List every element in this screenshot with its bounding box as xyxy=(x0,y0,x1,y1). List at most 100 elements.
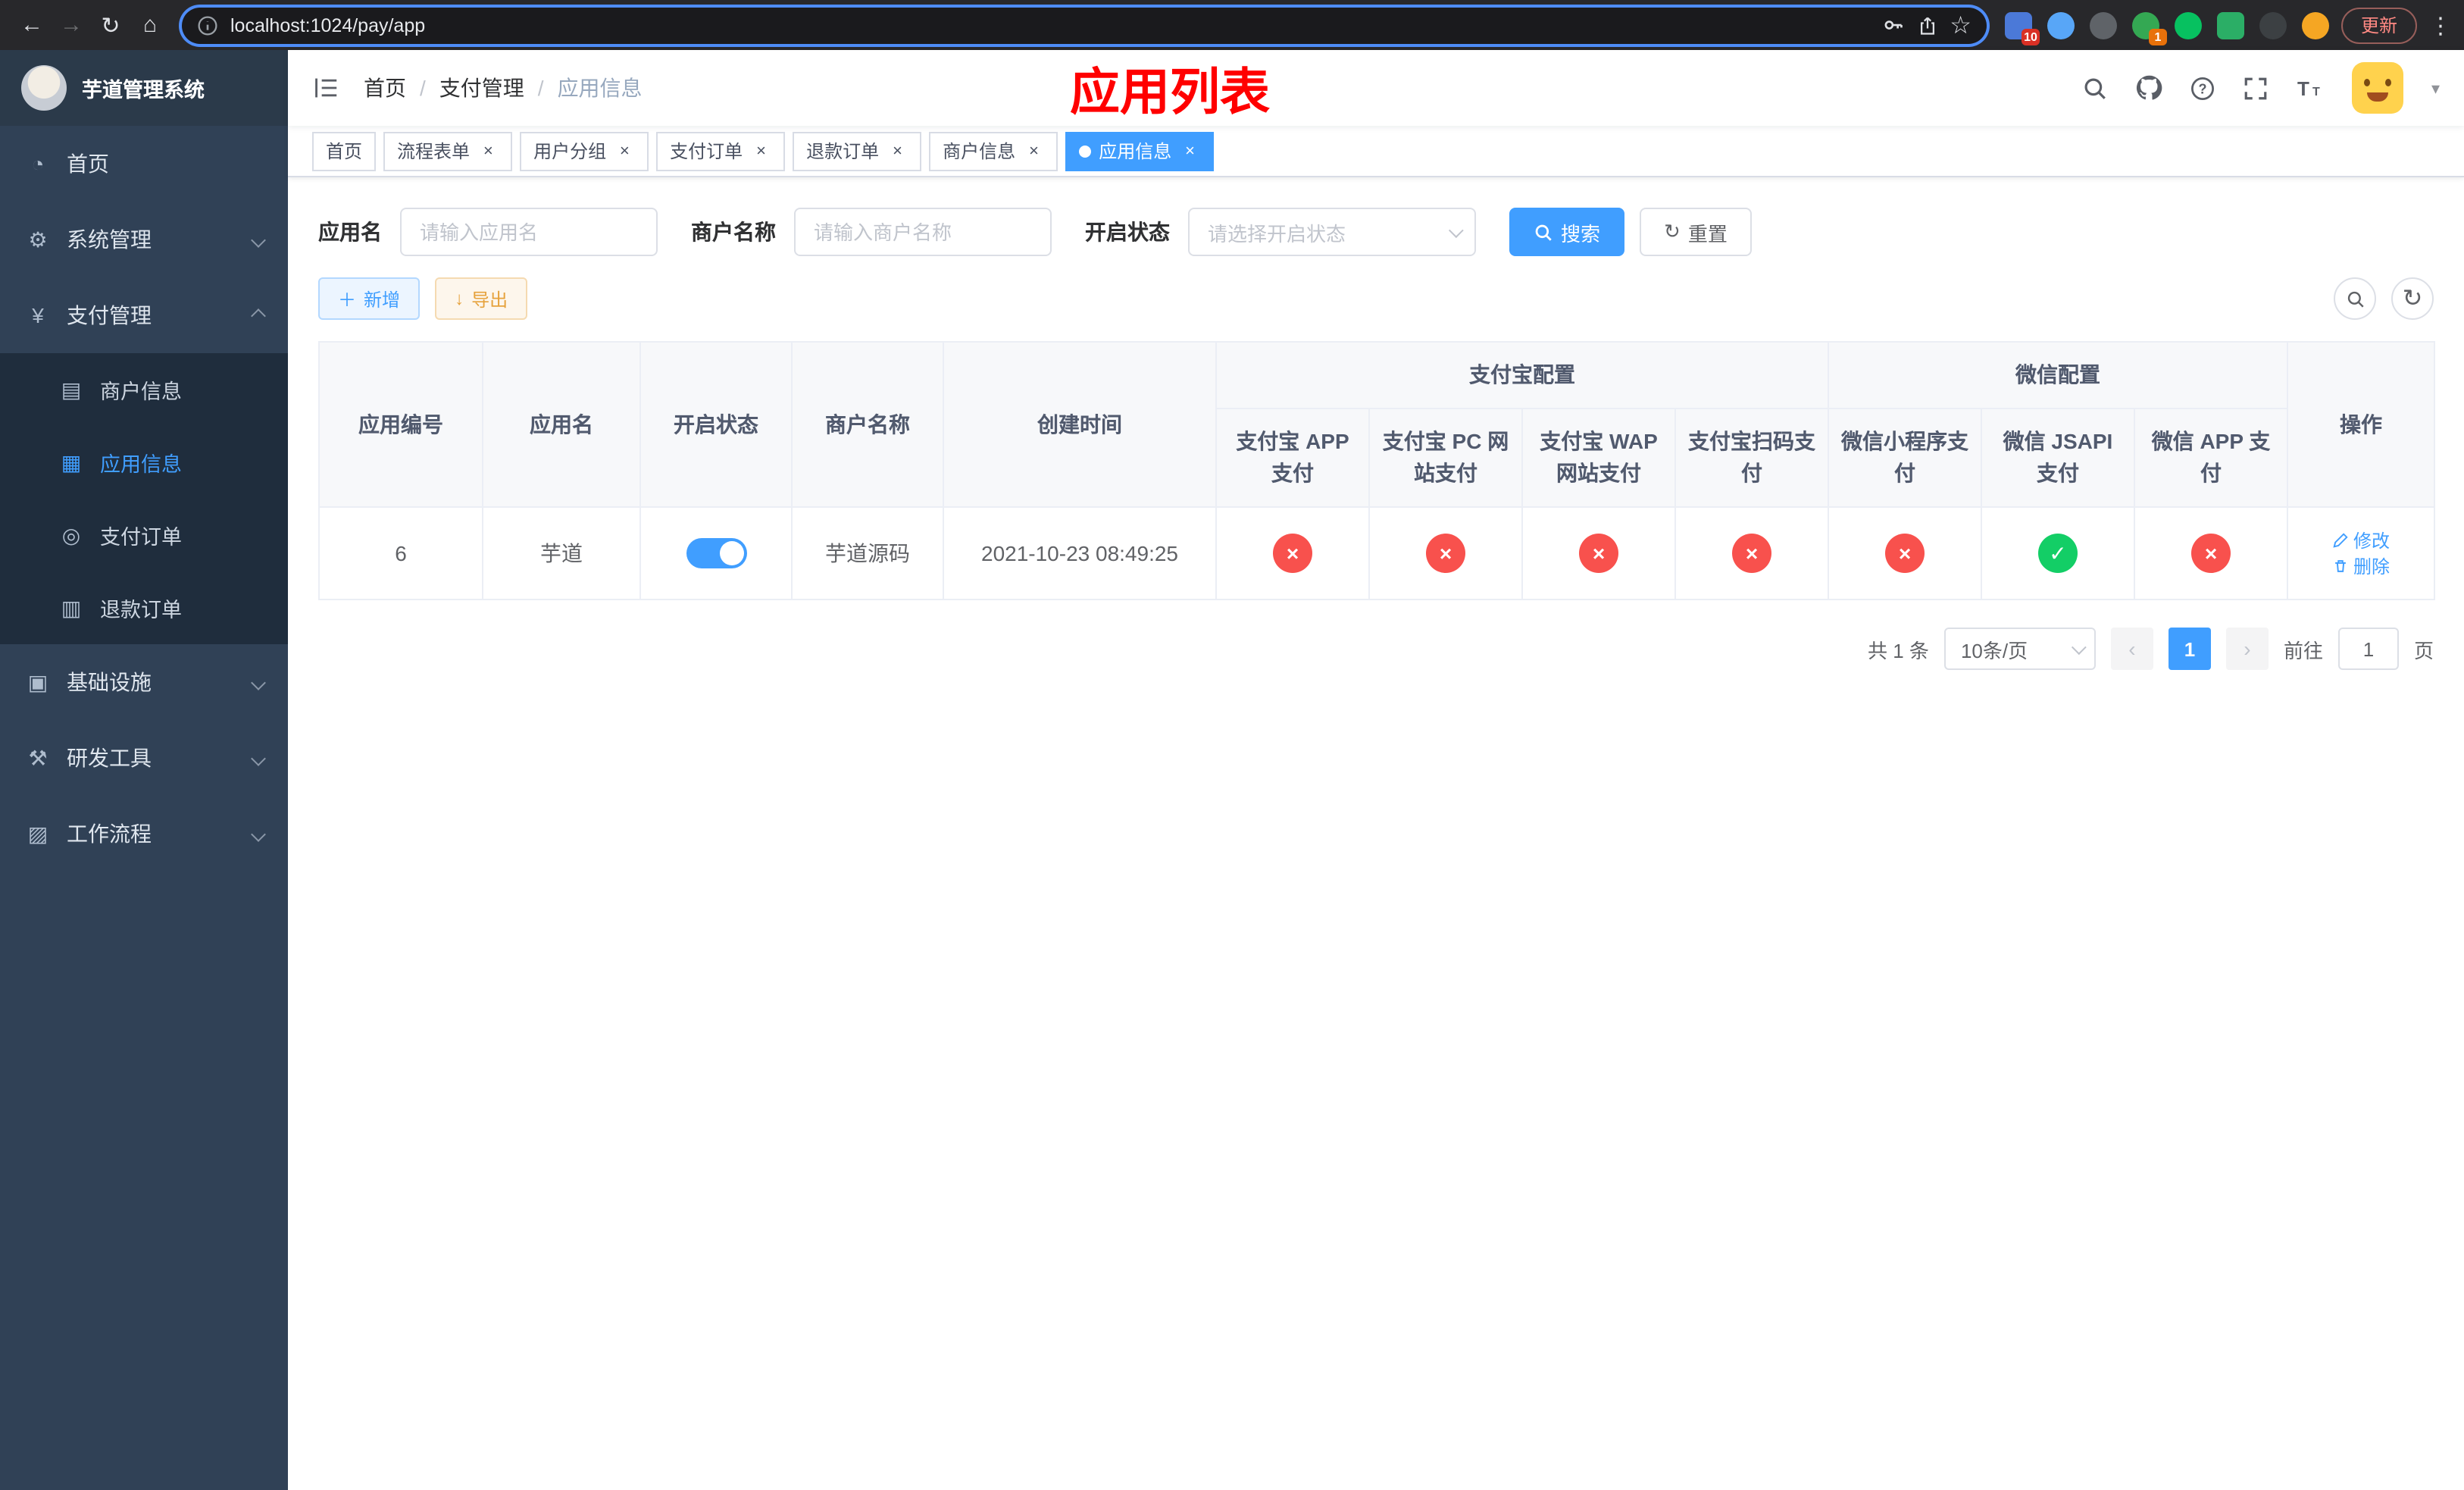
tab-pay-orders[interactable]: 支付订单 × xyxy=(656,131,786,171)
browser-menu-icon[interactable]: ⋮ xyxy=(2429,11,2452,39)
cell-merchant: 芋道源码 xyxy=(791,506,944,600)
reload-icon[interactable]: ↻ xyxy=(91,5,130,45)
col-group-wechat: 微信配置 xyxy=(1828,341,2288,409)
export-button[interactable]: ↓ 导出 xyxy=(435,277,528,320)
close-icon[interactable]: × xyxy=(614,140,635,161)
breadcrumb-separator: / xyxy=(420,76,426,100)
avatar-mouth xyxy=(2367,92,2389,102)
breadcrumb-home[interactable]: 首页 xyxy=(364,73,406,103)
app-name-input[interactable] xyxy=(400,208,658,256)
close-icon[interactable]: × xyxy=(477,140,499,161)
extensions-row: 10 1 xyxy=(2004,11,2329,45)
sidebar-item-dev-tools[interactable]: ⚒ 研发工具 xyxy=(0,720,288,796)
app-logo[interactable]: 芋道管理系统 xyxy=(0,50,288,126)
sidebar-item-refund-orders[interactable]: ▥ 退款订单 xyxy=(0,571,288,644)
extension-icon-8[interactable] xyxy=(2301,11,2329,39)
search-button[interactable]: 搜索 xyxy=(1509,208,1625,256)
reset-button[interactable]: ↻ 重置 xyxy=(1640,208,1752,256)
status-toggle[interactable] xyxy=(686,538,746,568)
alipay-app-status-icon: × xyxy=(1273,534,1312,573)
page-size-select[interactable]: 10条/页 xyxy=(1943,628,2096,670)
avatar-caret-icon[interactable]: ▾ xyxy=(2431,78,2440,98)
close-icon[interactable]: × xyxy=(1179,140,1200,161)
logo-image xyxy=(21,65,67,111)
app-name-label: 应用名 xyxy=(318,220,382,244)
extension-icon-5[interactable] xyxy=(2174,11,2202,39)
font-size-icon[interactable]: TT xyxy=(2297,76,2325,100)
card-icon: ▤ xyxy=(61,377,82,401)
svg-text:?: ? xyxy=(2199,80,2207,95)
extension-icon-6[interactable] xyxy=(2216,11,2244,39)
extension-icon-7[interactable] xyxy=(2259,11,2287,39)
prev-page-button[interactable]: ‹ xyxy=(2110,628,2153,670)
breadcrumb-payment[interactable]: 支付管理 xyxy=(439,73,524,103)
close-icon[interactable]: × xyxy=(750,140,771,161)
sidebar-item-workflow[interactable]: ▨ 工作流程 xyxy=(0,796,288,872)
status-select[interactable]: 请选择开启状态 xyxy=(1188,208,1476,256)
yen-icon: ¥ xyxy=(32,303,44,327)
bookmark-star-icon[interactable]: ☆ xyxy=(1950,10,1972,40)
avatar-eye xyxy=(2385,79,2392,86)
filter-form: 应用名 商户名称 开启状态 请选择开启状态 搜索 ↻ 重置 xyxy=(318,208,2434,256)
delete-button[interactable]: 删除 xyxy=(2332,553,2390,579)
password-key-icon[interactable] xyxy=(1881,14,1904,36)
help-icon[interactable]: ? xyxy=(2190,75,2216,101)
cell-actions: 修改 删除 xyxy=(2287,506,2435,600)
site-info-icon[interactable] xyxy=(197,14,218,36)
tab-app-info[interactable]: 应用信息 × xyxy=(1065,131,1215,171)
edit-button[interactable]: 修改 xyxy=(2332,527,2390,553)
url-text: localhost:1024/pay/app xyxy=(230,14,426,36)
toggle-search-button[interactable] xyxy=(2334,277,2376,320)
sidebar-item-home[interactable]: ◔ 首页 xyxy=(0,126,288,202)
sidebar-item-app-info[interactable]: ▦ 应用信息 xyxy=(0,426,288,499)
github-icon[interactable] xyxy=(2136,74,2163,102)
next-page-button[interactable]: › xyxy=(2225,628,2269,670)
goto-label: 前往 xyxy=(2283,639,2323,662)
extension-icon-2[interactable] xyxy=(2047,11,2075,39)
tab-merchant-info[interactable]: 商户信息 × xyxy=(929,131,1058,171)
goto-page-input[interactable] xyxy=(2337,628,2399,670)
sidebar-collapse-icon[interactable] xyxy=(312,76,339,100)
refund-icon: ▥ xyxy=(61,595,82,619)
breadcrumb-separator: / xyxy=(537,76,544,100)
tab-refund-orders[interactable]: 退款订单 × xyxy=(793,131,922,171)
browser-update-button[interactable]: 更新 xyxy=(2340,7,2417,43)
fullscreen-icon[interactable] xyxy=(2244,75,2269,101)
refresh-table-button[interactable]: ↻ xyxy=(2391,277,2434,320)
address-bar[interactable]: localhost:1024/pay/app ☆ xyxy=(182,7,1987,43)
merchant-name-input[interactable] xyxy=(794,208,1052,256)
forward-icon[interactable]: → xyxy=(52,5,91,45)
avatar[interactable] xyxy=(2352,62,2404,114)
extension-icon-1[interactable]: 10 xyxy=(2004,11,2040,45)
extension-icon-3[interactable] xyxy=(2089,11,2117,39)
sidebar-item-payment[interactable]: ¥ 支付管理 xyxy=(0,277,288,353)
close-icon[interactable]: × xyxy=(886,140,908,161)
sidebar-item-merchant-info[interactable]: ▤ 商户信息 xyxy=(0,353,288,426)
col-app-id: 应用编号 xyxy=(318,341,483,508)
chevron-down-icon xyxy=(251,750,266,765)
page-content: 应用名 商户名称 开启状态 请选择开启状态 搜索 ↻ 重置 xyxy=(288,177,2464,1490)
home-icon[interactable]: ⌂ xyxy=(130,5,170,45)
sidebar-item-infrastructure[interactable]: ▣ 基础设施 xyxy=(0,644,288,720)
breadcrumb: 首页 / 支付管理 / 应用信息 xyxy=(364,73,643,103)
col-wx-jsapi: 微信 JSAPI 支付 xyxy=(1981,408,2135,508)
tab-home[interactable]: 首页 xyxy=(312,131,377,171)
add-button[interactable]: ＋ 新增 xyxy=(318,277,421,320)
sidebar-item-pay-orders[interactable]: ◎ 支付订单 xyxy=(0,499,288,571)
browser-toolbar: ← → ↻ ⌂ localhost:1024/pay/app ☆ 10 1 更新… xyxy=(0,0,2464,50)
chevron-down-icon xyxy=(251,826,266,841)
plus-icon: ＋ xyxy=(338,289,357,310)
top-navbar: 首页 / 支付管理 / 应用信息 应用列表 ? T T ▾ xyxy=(288,50,2464,126)
close-icon[interactable]: × xyxy=(1023,140,1044,161)
tab-process-form[interactable]: 流程表单 × xyxy=(383,131,513,171)
back-icon[interactable]: ← xyxy=(12,5,52,45)
table-row: 6 芋道 芋道源码 2021-10-23 08:49:25 × × × × × xyxy=(318,506,2435,600)
extension-icon-4[interactable]: 1 xyxy=(2131,11,2167,45)
search-icon[interactable] xyxy=(2083,75,2109,101)
page-number-button[interactable]: 1 xyxy=(2168,628,2211,670)
cell-created: 2021-10-23 08:49:25 xyxy=(943,506,1217,600)
sidebar-item-system[interactable]: ⚙ 系统管理 xyxy=(0,202,288,277)
tab-user-group[interactable]: 用户分组 × xyxy=(520,131,649,171)
share-icon[interactable] xyxy=(1916,14,1937,36)
sidebar: 芋道管理系统 ◔ 首页 ⚙ 系统管理 ¥ 支付管理 ▤ 商户信息 ▦ 应用信息 … xyxy=(0,50,288,1490)
